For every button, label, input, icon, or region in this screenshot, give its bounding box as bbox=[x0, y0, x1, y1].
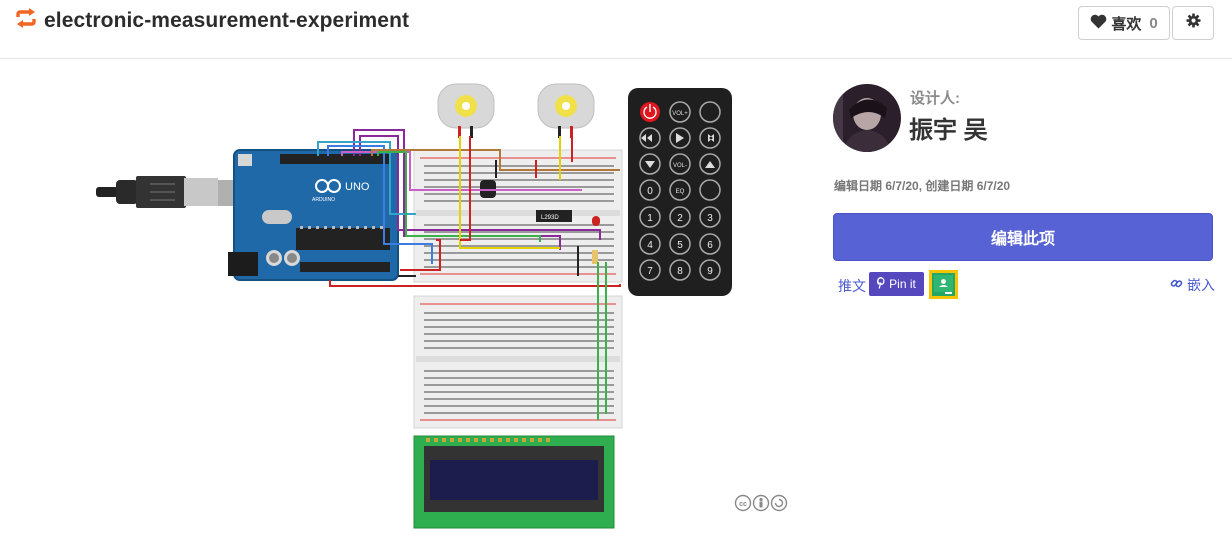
svg-text:3: 3 bbox=[707, 213, 713, 224]
svg-text:4: 4 bbox=[647, 240, 653, 251]
top-bar: electronic-measurement-experiment 喜欢 0 bbox=[0, 0, 1232, 59]
edit-create-dates: 编辑日期 6/7/20, 创建日期 6/7/20 bbox=[834, 179, 1011, 193]
edit-button[interactable]: 编辑此项 bbox=[833, 213, 1213, 261]
link-icon bbox=[1170, 277, 1183, 293]
svg-text:1: 1 bbox=[647, 213, 653, 224]
svg-text:EQ: EQ bbox=[676, 189, 685, 195]
dc-motor-left bbox=[437, 83, 495, 138]
arduino-board: UNO ARDUINO bbox=[228, 149, 399, 281]
svg-text:9: 9 bbox=[707, 266, 713, 277]
circuit-diagram: UNO ARDUINO L293D VOL+ VOL- 0 EQ 1 2 3 4… bbox=[96, 83, 732, 529]
chip-label: L293D bbox=[541, 215, 559, 221]
svg-text:6: 6 bbox=[707, 240, 713, 251]
embed-link[interactable]: 嵌入 bbox=[1170, 275, 1215, 295]
tweet-link[interactable]: 推文 bbox=[838, 276, 866, 296]
svg-text:0: 0 bbox=[647, 186, 653, 197]
dc-motor-right bbox=[537, 83, 595, 138]
svg-text:7: 7 bbox=[647, 266, 653, 277]
gear-icon bbox=[1185, 13, 1201, 33]
svg-text:5: 5 bbox=[677, 240, 683, 251]
heart-icon bbox=[1090, 14, 1107, 33]
svg-text:8: 8 bbox=[677, 266, 683, 277]
like-count: 0 bbox=[1149, 14, 1158, 32]
avatar[interactable] bbox=[833, 84, 901, 152]
arduino-label: ARDUINO bbox=[312, 197, 335, 203]
classroom-icon bbox=[932, 273, 955, 296]
license-icon[interactable]: cc bbox=[734, 494, 790, 517]
embed-label: 嵌入 bbox=[1187, 277, 1215, 293]
designer-label: 设计人: bbox=[910, 90, 960, 107]
pinterest-icon bbox=[877, 276, 886, 292]
svg-text:VOL+: VOL+ bbox=[672, 111, 688, 117]
circuit-canvas[interactable]: UNO ARDUINO L293D VOL+ VOL- 0 EQ 1 2 3 4… bbox=[0, 60, 800, 532]
google-classroom-button[interactable] bbox=[929, 270, 958, 299]
pin-button[interactable]: Pin it bbox=[869, 272, 924, 296]
svg-text:VOL-: VOL- bbox=[673, 163, 687, 169]
lcd-display bbox=[413, 435, 615, 529]
like-button[interactable]: 喜欢 0 bbox=[1078, 6, 1170, 40]
svg-text:2: 2 bbox=[677, 213, 683, 224]
ir-remote: VOL+ VOL- 0 EQ 1 2 3 4 5 6 7 8 9 bbox=[628, 88, 732, 296]
usb-cable bbox=[96, 176, 236, 208]
title-area: electronic-measurement-experiment bbox=[14, 8, 409, 33]
board-label: UNO bbox=[345, 181, 370, 193]
svg-text:cc: cc bbox=[739, 501, 747, 508]
designer-name[interactable]: 振宇 吴 bbox=[909, 110, 988, 145]
pin-label: Pin it bbox=[889, 277, 916, 291]
like-label: 喜欢 bbox=[1111, 15, 1142, 33]
led bbox=[592, 216, 600, 226]
breadboard-bottom bbox=[413, 295, 623, 429]
page-title: electronic-measurement-experiment bbox=[44, 8, 410, 32]
resistor bbox=[592, 250, 598, 264]
settings-button[interactable] bbox=[1172, 6, 1214, 40]
remix-icon[interactable] bbox=[14, 8, 38, 33]
